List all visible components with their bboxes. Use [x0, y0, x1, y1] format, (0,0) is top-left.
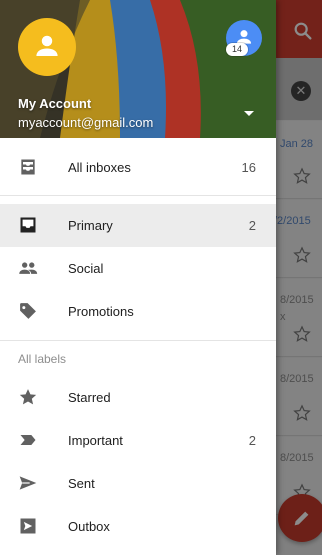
section-heading: All labels [18, 352, 67, 366]
chevron-down-icon[interactable] [244, 111, 254, 116]
nav-item-label: Outbox [68, 519, 110, 534]
inbox-icon [20, 217, 36, 233]
navigation-drawer: 14 My Account myaccount@gmail.com All in… [0, 0, 276, 555]
nav-item-important[interactable]: Important 2 [0, 419, 276, 462]
nav-item-label: Social [68, 261, 104, 276]
divider [0, 195, 276, 196]
person-icon [36, 35, 58, 56]
nav-item-social[interactable]: Social [0, 247, 276, 290]
nav-item-all-inboxes[interactable]: All inboxes 16 [0, 146, 276, 189]
tag-icon [20, 303, 36, 319]
outbox-icon [20, 518, 36, 534]
nav-item-starred[interactable]: Starred [0, 376, 276, 419]
unread-count: 16 [241, 160, 256, 175]
nav-item-label: All inboxes [68, 160, 131, 175]
send-icon [19, 476, 37, 490]
account-email: myaccount@gmail.com [18, 115, 154, 130]
nav-item-label: Promotions [68, 304, 134, 319]
account-header[interactable]: 14 My Account myaccount@gmail.com [0, 0, 276, 138]
star-icon [19, 389, 37, 405]
unread-count: 2 [248, 218, 256, 233]
people-icon [19, 262, 38, 274]
unread-count: 2 [248, 433, 256, 448]
nav-item-promotions[interactable]: Promotions [0, 290, 276, 333]
important-icon [20, 435, 36, 445]
inbox-stack-icon [21, 159, 35, 175]
nav-item-label: Important [68, 433, 123, 448]
nav-item-label: Primary [68, 218, 113, 233]
nav-item-outbox[interactable]: Outbox [0, 505, 276, 548]
unread-badge: 14 [226, 43, 248, 56]
nav-item-label: Starred [68, 390, 111, 405]
nav-item-sent[interactable]: Sent [0, 462, 276, 505]
nav-item-primary[interactable]: Primary 2 [0, 204, 276, 247]
account-name: My Account [18, 96, 92, 111]
avatar[interactable] [18, 18, 76, 76]
divider [0, 340, 276, 341]
nav-item-label: Sent [68, 476, 95, 491]
